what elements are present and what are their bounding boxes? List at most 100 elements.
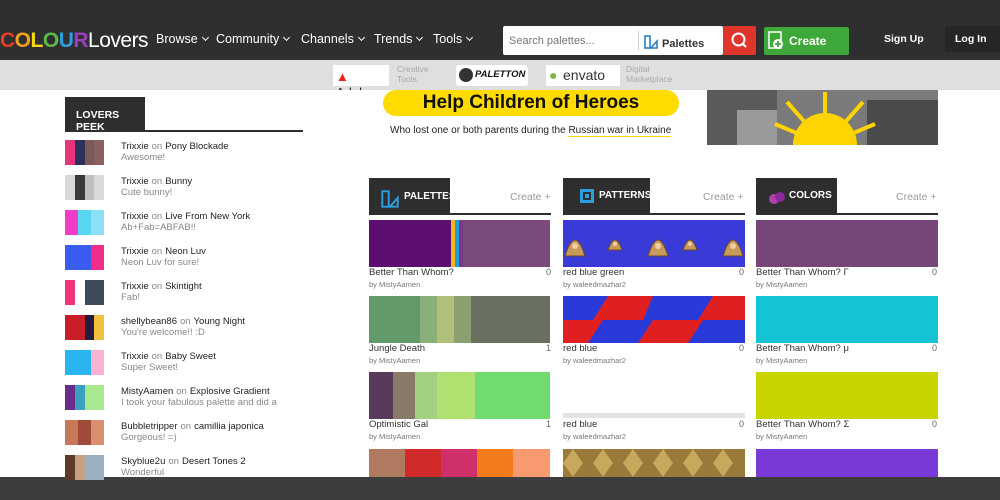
peek-swatch[interactable]	[65, 420, 104, 445]
peek-swatch[interactable]	[65, 245, 104, 270]
nav-browse[interactable]: Browse	[156, 32, 209, 46]
search-type-select[interactable]: Palettes	[644, 33, 704, 50]
palette-icon	[644, 35, 658, 49]
login-button[interactable]: Log In	[945, 26, 1000, 52]
create-button[interactable]: Create	[764, 27, 849, 55]
peek-user[interactable]: shellybean86	[121, 316, 177, 327]
search-divider	[638, 31, 639, 50]
peek-target[interactable]: Neon Luv	[165, 246, 206, 257]
peek-user[interactable]: Trixxie	[121, 141, 149, 152]
peek-user[interactable]: Trixxie	[121, 351, 149, 362]
pattern-author[interactable]: by waleedmazhar2	[563, 356, 626, 365]
color-tile[interactable]	[756, 296, 938, 343]
pattern-icon	[580, 189, 594, 203]
pattern-name[interactable]: red blue green	[563, 267, 624, 278]
adobe-sponsor[interactable]: ▲ Adobe	[333, 65, 389, 100]
peek-title: Trixxie on Baby Sweet	[121, 351, 216, 362]
peek-item[interactable]: Trixxie on Skintight Fab!	[65, 280, 365, 310]
ad-photo[interactable]	[707, 90, 938, 145]
peek-target[interactable]: Desert Tones 2	[182, 456, 246, 467]
color-tile[interactable]	[756, 449, 938, 477]
color-author[interactable]: by MistyAamen	[756, 356, 807, 365]
nav-channels[interactable]: Channels	[301, 32, 365, 46]
peek-item[interactable]: Trixxie on Live From New York Ab+Fab=ABFAB!…	[65, 210, 365, 240]
tab-palettes[interactable]: PALETTES	[369, 178, 455, 215]
tab-patterns[interactable]: PATTERNS	[563, 178, 651, 215]
peek-swatch[interactable]	[65, 315, 104, 340]
color-name[interactable]: Better Than Whom? Σ	[756, 419, 849, 430]
pattern-tile[interactable]	[563, 449, 745, 477]
palette-author[interactable]: by MistyAamen	[369, 280, 420, 289]
peek-swatch[interactable]	[65, 280, 104, 305]
peek-item[interactable]: MistyAamen on Explosive Gradient I took you…	[65, 385, 365, 415]
peek-swatch[interactable]	[65, 350, 104, 375]
peek-swatch[interactable]	[65, 175, 104, 200]
paletton-sponsor[interactable]: PALETTON	[456, 65, 528, 86]
palette-tile[interactable]	[369, 220, 550, 267]
palette-tile[interactable]	[369, 296, 550, 343]
color-name[interactable]: Better Than Whom? Г	[756, 267, 849, 278]
pattern-count: 0	[739, 343, 745, 353]
peek-target[interactable]: Bunny	[165, 176, 192, 187]
nav-trends[interactable]: Trends	[374, 32, 424, 46]
palette-name[interactable]: Optimistic Gal	[369, 419, 428, 430]
peek-user[interactable]: Trixxie	[121, 211, 149, 222]
peek-item[interactable]: Bubbletripper on camillia japonica Gorgeous…	[65, 420, 365, 450]
peek-user[interactable]: MistyAamen	[121, 386, 173, 397]
nav-tools[interactable]: Tools	[433, 32, 474, 46]
pattern-name[interactable]: red blue	[563, 343, 597, 354]
color-count: 0	[932, 267, 938, 277]
palette-tile[interactable]	[369, 449, 550, 477]
peek-item[interactable]: shellybean86 on Young Night You're welcome!…	[65, 315, 365, 345]
pattern-tile[interactable]	[563, 296, 745, 343]
peek-target[interactable]: Baby Sweet	[165, 351, 216, 362]
peek-target[interactable]: Skintight	[165, 281, 201, 292]
palette-name[interactable]: Jungle Death	[369, 343, 425, 354]
peek-item[interactable]: Trixxie on Neon Luv Neon Luv for sure!	[65, 245, 365, 275]
pattern-tile-placeholder[interactable]	[563, 413, 745, 418]
create-color-link[interactable]: Create +	[896, 191, 937, 203]
peek-item[interactable]: Skyblue2u on Desert Tones 2 Wonderful	[65, 455, 365, 485]
palette-name[interactable]: Better Than Whom?	[369, 267, 454, 278]
tab-colors[interactable]: COLORS	[756, 178, 837, 215]
peek-user[interactable]: Bubbletripper	[121, 421, 178, 432]
peek-title: Trixxie on Live From New York	[121, 211, 250, 222]
peek-swatch[interactable]	[65, 455, 104, 480]
peek-swatch[interactable]	[65, 140, 104, 165]
peek-user[interactable]: Trixxie	[121, 176, 149, 187]
palette-author[interactable]: by MistyAamen	[369, 432, 420, 441]
peek-target[interactable]: camillia japonica	[194, 421, 264, 432]
search-input[interactable]	[509, 32, 634, 49]
peek-item[interactable]: Trixxie on Baby Sweet Super Sweet!	[65, 350, 365, 380]
peek-target[interactable]: Young Night	[194, 316, 245, 327]
color-name[interactable]: Better Than Whom? μ	[756, 343, 849, 354]
peek-user[interactable]: Skyblue2u	[121, 456, 165, 467]
color-tile[interactable]	[756, 220, 938, 267]
colourlovers-logo[interactable]: COLOURLovers	[0, 29, 149, 53]
peek-item[interactable]: Trixxie on Pony Blockade Awesome!	[65, 140, 365, 170]
ad-banner[interactable]: Help Children of Heroes Who lost one or …	[380, 90, 680, 145]
peek-target[interactable]: Explosive Gradient	[190, 386, 270, 397]
signup-link[interactable]: Sign Up	[884, 33, 924, 45]
peek-item[interactable]: Trixxie on Bunny Cute bunny!	[65, 175, 365, 205]
search-button[interactable]	[723, 26, 756, 55]
peek-user[interactable]: Trixxie	[121, 246, 149, 257]
peek-swatch[interactable]	[65, 210, 104, 235]
pattern-name[interactable]: red blue	[563, 419, 597, 430]
peek-target[interactable]: Live From New York	[165, 211, 250, 222]
pattern-tile[interactable]	[563, 220, 745, 267]
envato-sponsor[interactable]: ● envato	[546, 65, 620, 86]
color-tile[interactable]	[756, 372, 938, 419]
peek-user[interactable]: Trixxie	[121, 281, 149, 292]
pattern-author[interactable]: by waleedmazhar2	[563, 280, 626, 289]
palette-tile[interactable]	[369, 372, 550, 419]
palette-author[interactable]: by MistyAamen	[369, 356, 420, 365]
create-palette-link[interactable]: Create +	[510, 191, 551, 203]
nav-community[interactable]: Community	[216, 32, 291, 46]
create-pattern-link[interactable]: Create +	[703, 191, 744, 203]
peek-target[interactable]: Pony Blockade	[165, 141, 228, 152]
color-author[interactable]: by MistyAamen	[756, 280, 807, 289]
peek-swatch[interactable]	[65, 385, 104, 410]
pattern-author[interactable]: by waleedmazhar2	[563, 432, 626, 441]
color-author[interactable]: by MistyAamen	[756, 432, 807, 441]
